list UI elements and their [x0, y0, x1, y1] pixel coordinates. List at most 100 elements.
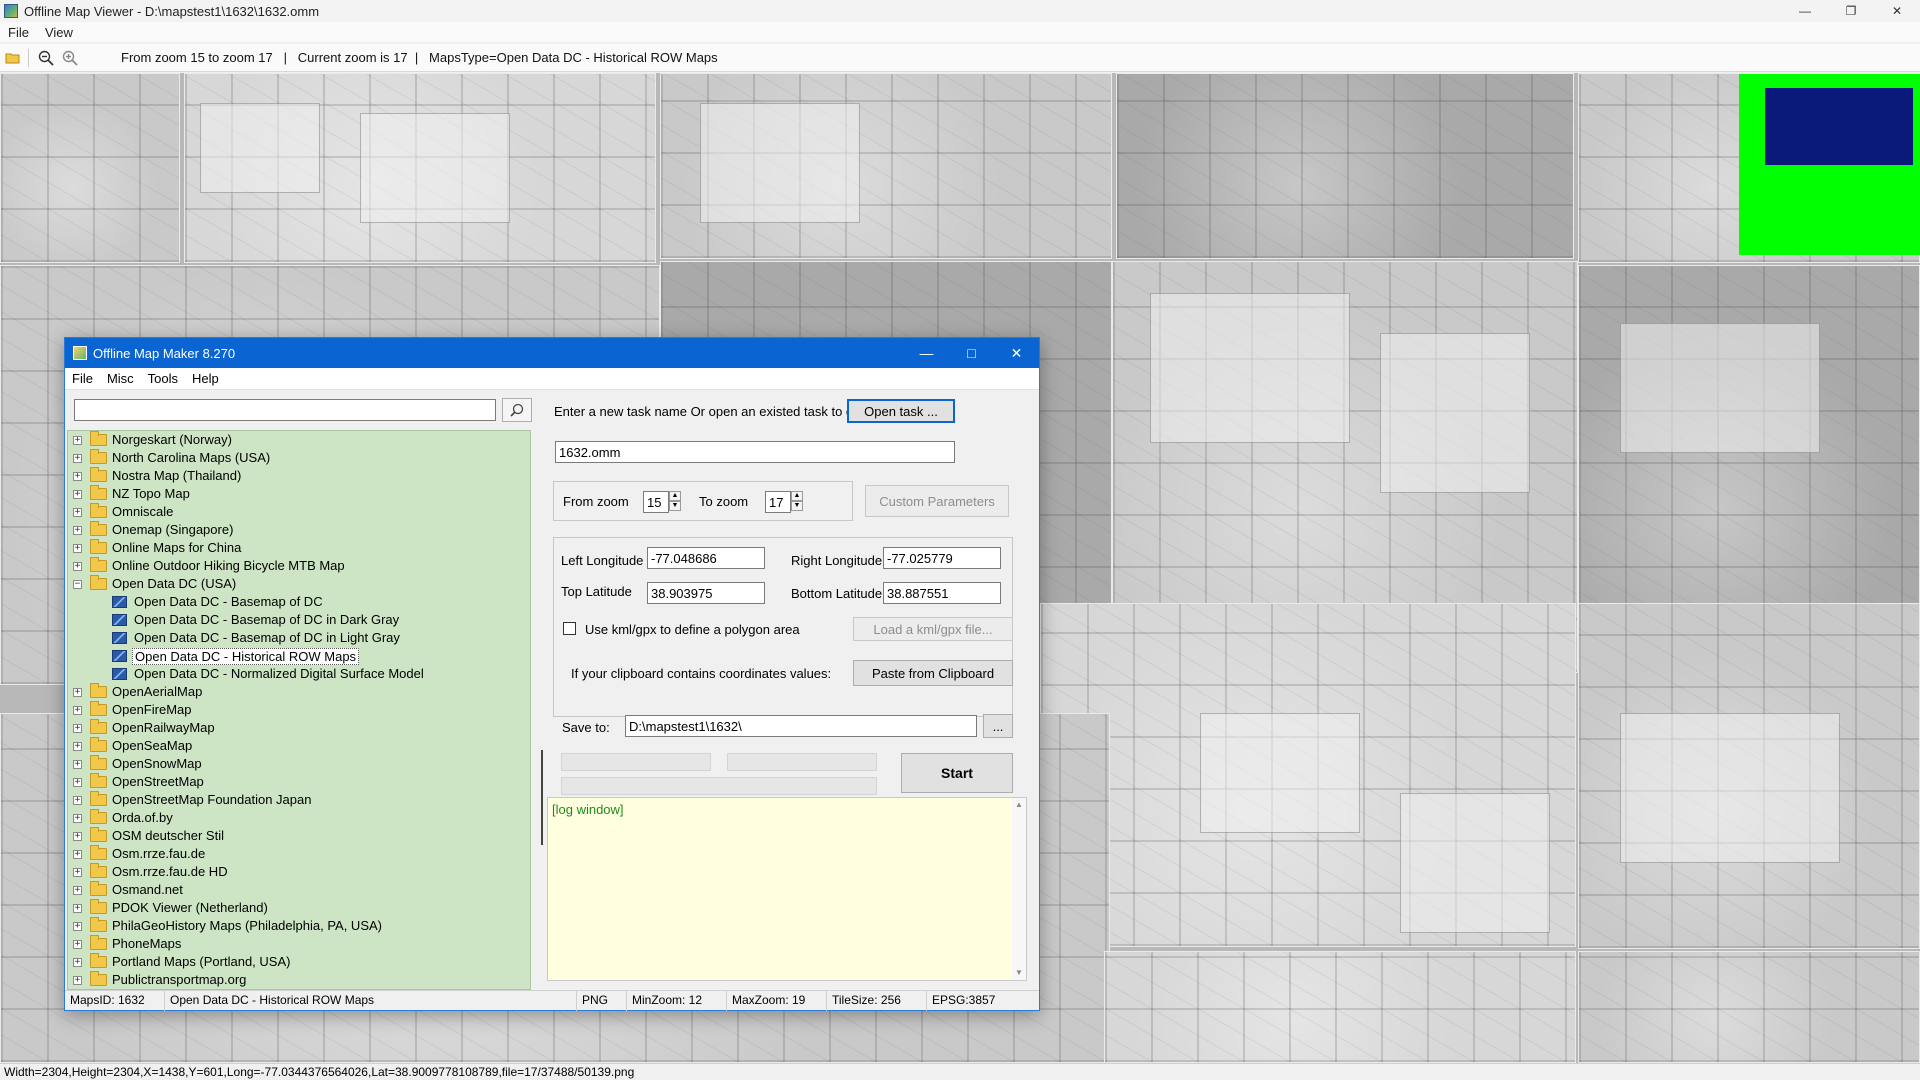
expand-icon[interactable]: + — [73, 706, 82, 715]
overview-viewport[interactable] — [1765, 88, 1913, 165]
maximize-icon[interactable]: □ — [949, 338, 994, 368]
tree-folder-item[interactable]: + Online Maps for China — [68, 539, 530, 557]
tree-folder-item[interactable]: + NZ Topo Map — [68, 485, 530, 503]
tree-child-item[interactable]: Open Data DC - Normalized Digital Surfac… — [68, 665, 530, 683]
collapse-icon[interactable]: − — [73, 580, 82, 589]
task-name-field[interactable]: 1632.omm — [555, 441, 955, 463]
minimize-icon[interactable]: — — [1782, 0, 1828, 22]
left-longitude-input[interactable]: -77.048686 — [647, 547, 765, 569]
expand-icon[interactable]: + — [73, 742, 82, 751]
expand-icon[interactable]: + — [73, 940, 82, 949]
expand-icon[interactable]: + — [73, 778, 82, 787]
expand-icon[interactable]: + — [73, 562, 82, 571]
from-zoom-stepper[interactable]: ▲ ▼ — [669, 491, 681, 511]
tree-folder-item[interactable]: + North Carolina Maps (USA) — [68, 449, 530, 467]
pane-splitter[interactable] — [540, 390, 544, 990]
tree-folder-item[interactable]: + Osmand.net — [68, 881, 530, 899]
menu-help[interactable]: Help — [185, 371, 226, 386]
tree-child-item[interactable]: Open Data DC - Basemap of DC — [68, 593, 530, 611]
top-latitude-input[interactable]: 38.903975 — [647, 582, 765, 604]
expand-icon[interactable]: + — [73, 958, 82, 967]
expand-icon[interactable]: + — [73, 472, 82, 481]
expand-icon[interactable]: + — [73, 922, 82, 931]
custom-parameters-button[interactable]: Custom Parameters — [865, 485, 1009, 517]
zoom-out-icon[interactable] — [35, 47, 57, 69]
tree-folder-item[interactable]: + Publictransportmap.org — [68, 971, 530, 989]
expand-icon[interactable]: + — [73, 868, 82, 877]
maps-tree[interactable]: + Norgeskart (Norway) + North Carolina Maps… — [67, 430, 531, 990]
close-icon[interactable]: ✕ — [1874, 0, 1920, 22]
chevron-down-icon[interactable]: ▼ — [791, 501, 803, 511]
expand-icon[interactable]: + — [73, 724, 82, 733]
expand-icon[interactable]: + — [73, 436, 82, 445]
expand-icon[interactable]: + — [73, 508, 82, 517]
menu-tools[interactable]: Tools — [141, 371, 185, 386]
tree-folder-item[interactable]: + Nostra Map (Thailand) — [68, 467, 530, 485]
kml-checkbox[interactable] — [563, 622, 576, 635]
log-window[interactable]: [log window] ▲ ▼ — [547, 797, 1027, 981]
paste-clipboard-button[interactable]: Paste from Clipboard — [853, 660, 1013, 686]
expand-icon[interactable]: + — [73, 796, 82, 805]
start-button[interactable]: Start — [901, 753, 1013, 793]
tree-folder-item[interactable]: − Open Data DC (USA) — [68, 575, 530, 593]
expand-icon[interactable]: + — [73, 886, 82, 895]
tree-folder-item[interactable]: + OpenStreetMap — [68, 773, 530, 791]
tree-folder-item[interactable]: + PDOK Viewer (Netherland) — [68, 899, 530, 917]
expand-icon[interactable]: + — [73, 904, 82, 913]
browse-button[interactable]: ... — [983, 714, 1013, 738]
chevron-up-icon[interactable]: ▲ — [1012, 798, 1026, 812]
tree-folder-item[interactable]: + PhoneMaps — [68, 935, 530, 953]
open-task-button[interactable]: Open task ... — [847, 399, 955, 423]
log-scrollbar[interactable]: ▲ ▼ — [1012, 798, 1026, 980]
restore-icon[interactable]: ❐ — [1828, 0, 1874, 22]
tree-folder-item[interactable]: + Omniscale — [68, 503, 530, 521]
from-zoom-input[interactable]: 15 — [643, 491, 669, 513]
tree-child-item[interactable]: Open Data DC - Basemap of DC in Dark Gra… — [68, 611, 530, 629]
tree-folder-item[interactable]: + OpenRailwayMap — [68, 719, 530, 737]
expand-icon[interactable]: + — [73, 454, 82, 463]
close-icon[interactable]: ✕ — [994, 338, 1039, 368]
tree-folder-item[interactable]: + OpenAerialMap — [68, 683, 530, 701]
tree-folder-item[interactable]: + Osm.rrze.fau.de — [68, 845, 530, 863]
tree-folder-item[interactable]: + Orda.of.by — [68, 809, 530, 827]
save-to-field[interactable]: D:\mapstest1\1632\ — [625, 715, 977, 737]
expand-icon[interactable]: + — [73, 814, 82, 823]
chevron-up-icon[interactable]: ▲ — [669, 491, 681, 501]
tree-folder-item[interactable]: + Portland Maps (Portland, USA) — [68, 953, 530, 971]
load-kml-button[interactable]: Load a kml/gpx file... — [853, 617, 1013, 641]
to-zoom-input[interactable]: 17 — [765, 491, 791, 513]
tree-folder-item[interactable]: + OpenStreetMap Foundation Japan — [68, 791, 530, 809]
expand-icon[interactable]: + — [73, 688, 82, 697]
chevron-up-icon[interactable]: ▲ — [791, 491, 803, 501]
expand-icon[interactable]: + — [73, 850, 82, 859]
search-button[interactable] — [502, 398, 532, 422]
right-longitude-input[interactable]: -77.025779 — [883, 547, 1001, 569]
expand-icon[interactable]: + — [73, 832, 82, 841]
bottom-latitude-input[interactable]: 38.887551 — [883, 582, 1001, 604]
chevron-down-icon[interactable]: ▼ — [669, 501, 681, 511]
minimize-icon[interactable]: — — [904, 338, 949, 368]
menu-view[interactable]: View — [37, 25, 81, 40]
expand-icon[interactable]: + — [73, 976, 82, 985]
zoom-in-icon[interactable] — [59, 47, 81, 69]
tree-folder-item[interactable]: + OpenSnowMap — [68, 755, 530, 773]
tree-folder-item[interactable]: + Norgeskart (Norway) — [68, 431, 530, 449]
chevron-down-icon[interactable]: ▼ — [1012, 966, 1026, 980]
expand-icon[interactable]: + — [73, 490, 82, 499]
tree-child-item[interactable]: Open Data DC - Historical ROW Maps — [68, 647, 530, 665]
dialog-title-bar[interactable]: Offline Map Maker 8.270 — □ ✕ — [65, 338, 1039, 368]
search-input[interactable] — [74, 399, 496, 421]
tree-folder-item[interactable]: + Osm.rrze.fau.de HD — [68, 863, 530, 881]
expand-icon[interactable]: + — [73, 544, 82, 553]
menu-file[interactable]: File — [0, 25, 37, 40]
expand-icon[interactable]: + — [73, 760, 82, 769]
to-zoom-stepper[interactable]: ▲ ▼ — [791, 491, 803, 511]
folder-open-icon[interactable] — [2, 47, 24, 69]
menu-file[interactable]: File — [65, 371, 100, 386]
tree-child-item[interactable]: Open Data DC - Basemap of DC in Light Gr… — [68, 629, 530, 647]
tree-folder-item[interactable]: + Online Outdoor Hiking Bicycle MTB Map — [68, 557, 530, 575]
menu-misc[interactable]: Misc — [100, 371, 141, 386]
tree-folder-item[interactable]: + PhilaGeoHistory Maps (Philadelphia, PA,… — [68, 917, 530, 935]
tree-folder-item[interactable]: + Onemap (Singapore) — [68, 521, 530, 539]
tree-folder-item[interactable]: + OpenSeaMap — [68, 737, 530, 755]
